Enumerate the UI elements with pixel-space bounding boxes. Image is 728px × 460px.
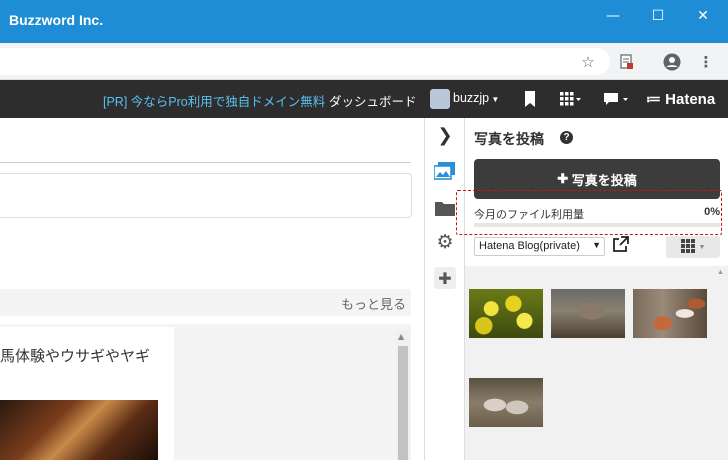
photo-icon[interactable]: [434, 160, 456, 182]
caret-down-icon: ▼: [698, 243, 706, 251]
photo-grid: [465, 266, 728, 460]
album-select[interactable]: Hatena Blog(private) ▼: [474, 237, 605, 256]
editor-area: もっと見る 馬体験やウサギやヤギ ▲: [0, 118, 424, 460]
caret-down-icon: ▼: [592, 240, 601, 250]
rapeseed-flowers-photo[interactable]: [469, 289, 543, 338]
highlight-box: [456, 190, 722, 235]
chevron-right-icon[interactable]: ❯: [434, 124, 456, 146]
maximize-icon[interactable]: ☐: [645, 6, 671, 26]
notification-icon[interactable]: [603, 90, 631, 108]
photo-grid-scrollbar[interactable]: ▲: [716, 267, 726, 460]
hatena-global-header: [PR] 今ならPro利用で独自ドメイン無料 ダッシュボード buzzjp ▼ …: [0, 80, 728, 118]
help-icon[interactable]: ?: [560, 131, 573, 144]
panel-title: 写真を投稿: [474, 131, 544, 147]
account-icon[interactable]: [662, 52, 682, 72]
title-input[interactable]: [0, 173, 412, 218]
list-scrollbar[interactable]: ▲: [396, 330, 410, 460]
scroll-up-icon[interactable]: ▲: [717, 269, 724, 276]
post-photo-label: 写真を投稿: [571, 172, 637, 188]
entry-card-title[interactable]: 馬体験やウサギやヤギ: [0, 345, 150, 366]
hatena-logo[interactable]: ≔ Hatena: [646, 90, 715, 108]
side-tool-column: ❯ ⚙ ✚: [424, 118, 464, 460]
folder-icon[interactable]: [434, 197, 456, 219]
view-toggle-button[interactable]: ▼: [666, 236, 720, 258]
user-menu[interactable]: buzzjp ▼: [453, 91, 499, 105]
scrollbar-thumb[interactable]: [398, 346, 408, 460]
apps-grid-icon[interactable]: [559, 90, 583, 108]
pro-promo-link[interactable]: [PR] 今ならPro利用で独自ドメイン無料: [103, 91, 325, 110]
external-link-icon[interactable]: [612, 236, 629, 257]
address-bar[interactable]: [0, 48, 610, 75]
plus-icon: ✚: [557, 171, 572, 186]
window-title: Buzzword Inc.: [9, 12, 104, 28]
window-title-bar: Buzzword Inc. — ☐ ✕: [0, 0, 728, 43]
animals-in-pen-photo[interactable]: [551, 289, 625, 338]
guinea-pigs-photo[interactable]: [633, 289, 707, 338]
related-header: もっと見る: [0, 289, 411, 316]
browser-toolbar: ☆ ⋮: [0, 43, 728, 80]
gear-icon[interactable]: ⚙: [434, 231, 456, 253]
page-edit-icon[interactable]: [617, 52, 637, 72]
album-select-value: Hatena Blog(private): [479, 240, 580, 252]
dashboard-link[interactable]: ダッシュボード: [329, 91, 417, 110]
close-icon[interactable]: ✕: [690, 6, 716, 26]
username-label: buzzjp: [453, 91, 490, 105]
scroll-up-icon[interactable]: ▲: [398, 332, 404, 341]
entry-card-image: [0, 400, 158, 460]
sheep-photo[interactable]: [469, 378, 543, 427]
star-icon[interactable]: ☆: [578, 52, 598, 72]
minimize-icon[interactable]: —: [600, 6, 626, 26]
bookmark-icon[interactable]: [522, 90, 538, 108]
menu-dots-icon[interactable]: ⋮: [696, 52, 716, 72]
grid-icon: [680, 238, 695, 256]
more-link[interactable]: もっと見る: [341, 294, 406, 313]
avatar[interactable]: [430, 89, 450, 109]
photo-upload-panel: 写真を投稿 ? ✚ 写真を投稿 今月のファイル利用量 0% Hatena Blo…: [456, 118, 728, 460]
divider: [0, 162, 411, 163]
hatena-logo-text: Hatena: [665, 91, 716, 108]
plus-icon[interactable]: ✚: [434, 267, 456, 289]
